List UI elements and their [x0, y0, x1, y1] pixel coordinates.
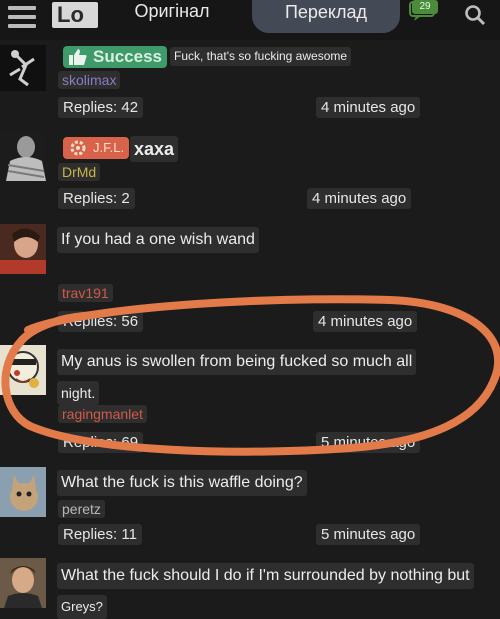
post-text[interactable]: хаха [130, 136, 179, 162]
post-text[interactable]: What the fuck is this waffle doing? [57, 470, 307, 496]
avatar[interactable] [0, 345, 46, 395]
post-text[interactable]: Fuck, that's so fucking awesome [170, 47, 352, 66]
timestamp: 5 minutes ago [316, 524, 421, 545]
username[interactable]: skolimax [58, 71, 121, 89]
badge-label: J.F.L. [93, 140, 125, 155]
post-text-line-1[interactable]: My anus is swollen from being fucked so … [57, 349, 417, 375]
timestamp: 5 minutes ago [316, 432, 421, 453]
gear-icon [70, 140, 86, 156]
post-text-line-2[interactable]: Greys? [57, 595, 107, 619]
thumbs-up-icon [69, 49, 87, 65]
jfl-badge: J.F.L. [63, 137, 129, 159]
avatar[interactable] [0, 467, 46, 517]
replies-count[interactable]: Replies: 11 [58, 524, 142, 545]
replies-count[interactable]: Replies: 2 [58, 188, 135, 209]
replies-count[interactable]: Replies: 69 [58, 432, 144, 453]
replies-count[interactable]: Replies: 56 [58, 311, 144, 332]
post-text-line-2[interactable]: night. [57, 381, 100, 405]
avatar[interactable] [0, 558, 46, 608]
timestamp: 4 minutes ago [316, 97, 421, 118]
badge-label: Success [93, 47, 162, 66]
avatar[interactable] [0, 224, 46, 274]
chat-count-badge: 29 [412, 0, 438, 14]
avatar[interactable] [0, 131, 46, 181]
username[interactable]: trav191 [58, 284, 113, 302]
replies-count[interactable]: Replies: 42 [58, 97, 144, 118]
post-text-line-1[interactable]: What the fuck should I do if I'm surroun… [57, 563, 474, 589]
tab-original[interactable]: Оригінал [102, 0, 242, 28]
tab-translation[interactable]: Переклад [252, 0, 400, 33]
timestamp: 4 minutes ago [313, 311, 418, 332]
username[interactable]: peretz [58, 500, 105, 518]
timestamp: 4 minutes ago [307, 188, 412, 209]
post-text[interactable]: If you had a one wish wand [57, 227, 259, 253]
menu-icon[interactable] [8, 6, 36, 28]
site-logo[interactable]: Lo [52, 2, 98, 28]
search-icon[interactable] [464, 4, 486, 26]
username[interactable]: ragingmanlet [58, 405, 147, 423]
username[interactable]: DrMd [58, 163, 101, 181]
success-badge: Success [63, 46, 167, 68]
avatar[interactable] [0, 45, 46, 91]
top-bar: Lo Оригінал Переклад 29 [0, 0, 500, 40]
